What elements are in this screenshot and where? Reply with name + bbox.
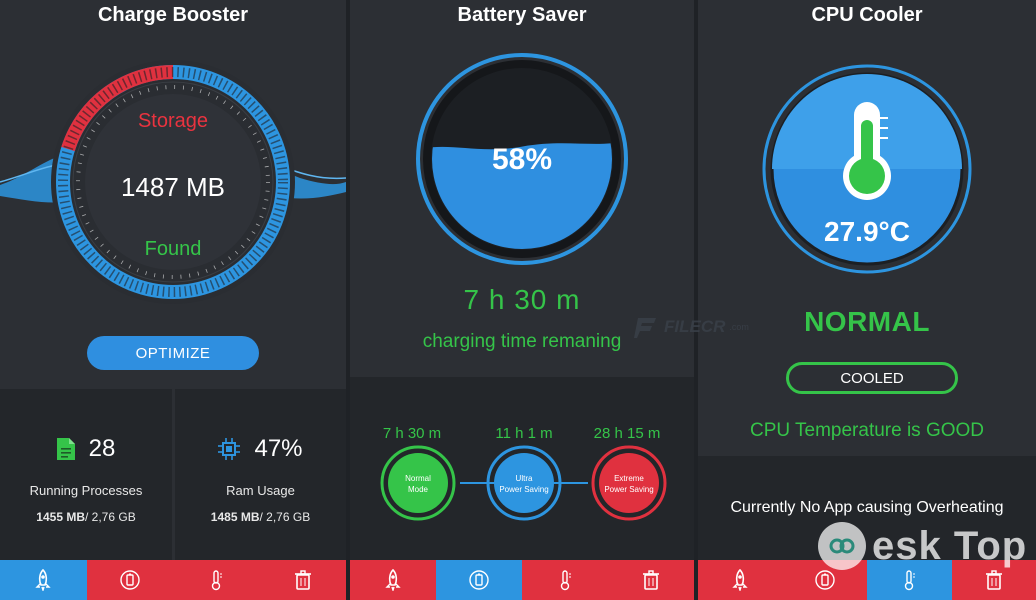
bottom-nav	[350, 560, 694, 600]
cpu-cooler-screen: CPU Cooler 27.9°C NORMAL COOLED CPU Temp…	[698, 0, 1036, 600]
thermometer-icon	[905, 570, 916, 591]
cpu-good-message: CPU Temperature is GOOD	[749, 420, 985, 441]
mode-time-extreme: 28 h 15 m	[593, 425, 661, 442]
thermometer-icon	[212, 570, 223, 591]
charge-booster-title: Charge Booster	[97, 4, 249, 26]
thermometer-icon	[560, 570, 571, 591]
cpu-cooler-title: CPU Cooler	[811, 4, 923, 26]
rocket-icon	[385, 569, 401, 591]
file-icon	[56, 438, 75, 460]
mode-time-ultra: 11 h 1 m	[495, 425, 553, 442]
running-processes-count: 28	[88, 435, 116, 462]
ram-usage-size: 1485 MB/ 2,76 GB	[210, 510, 311, 524]
charge-booster-screen: Charge Booster Storage 1487 MB Found OPT…	[0, 0, 346, 600]
battery-icon	[815, 570, 835, 590]
ram-usage-label: Ram Usage	[226, 483, 295, 498]
running-processes-card: 28 Running Processes 1455 MB/ 2,76 GB	[0, 389, 172, 561]
battery-saver-title: Battery Saver	[457, 4, 587, 26]
nav-battery-saver[interactable]	[86, 560, 173, 600]
storage-label: Storage	[137, 110, 209, 132]
power-modes: 7 h 30 m 11 h 1 m 28 h 15 m Normal Mode U…	[350, 425, 694, 525]
nav-charge-booster[interactable]	[698, 560, 783, 600]
running-processes-label: Running Processes	[29, 483, 143, 498]
rocket-icon	[732, 569, 748, 591]
nav-cleaner[interactable]	[259, 560, 346, 600]
mode-time-normal: 7 h 30 m	[382, 425, 442, 442]
filecr-logo-icon	[634, 318, 656, 338]
trash-icon	[294, 570, 311, 590]
charging-time: 7 h 30 m	[463, 284, 581, 315]
battery-icon	[120, 570, 140, 590]
nav-battery-saver[interactable]	[436, 560, 522, 600]
nav-charge-booster[interactable]	[350, 560, 436, 600]
cooled-button[interactable]: COOLED	[786, 362, 958, 394]
ultra-mode-label: Ultra Power Saving	[499, 474, 549, 494]
trash-icon	[985, 570, 1002, 590]
no-overheating-message: Currently No App causing Overheating	[730, 499, 1004, 516]
battery-percent: 58%	[491, 143, 553, 176]
found-amount: 1487 MB	[120, 172, 226, 202]
nav-cpu-cooler[interactable]	[522, 560, 608, 600]
bottom-nav	[0, 560, 346, 600]
battery-icon	[469, 570, 489, 590]
filecr-watermark: FILECR .com	[634, 314, 749, 340]
running-processes-size: 1455 MB/ 2,76 GB	[36, 510, 136, 524]
normal-mode-label: Normal Mode	[405, 474, 431, 494]
desktop-logo-icon	[818, 522, 866, 570]
nav-charge-booster[interactable]	[0, 560, 87, 600]
extreme-power-saving-button[interactable]: Extreme Power Saving	[591, 445, 667, 521]
found-label: Found	[144, 238, 202, 260]
battery-saver-screen: Battery Saver 58% 7 h 30 m charging time…	[350, 0, 694, 600]
desktop-watermark: esk Top	[816, 520, 1027, 572]
nav-cpu-cooler[interactable]	[173, 560, 260, 600]
ultra-power-saving-button[interactable]: Ultra Power Saving	[486, 445, 562, 521]
cpu-temperature: 27.9°C	[824, 216, 910, 247]
optimize-button[interactable]: OPTIMIZE	[87, 336, 259, 370]
nav-cleaner[interactable]	[608, 560, 694, 600]
trash-icon	[643, 570, 659, 590]
rocket-icon	[35, 569, 51, 591]
normal-mode-button[interactable]: Normal Mode	[380, 445, 456, 521]
chip-icon	[218, 438, 241, 460]
extreme-mode-label: Extreme Power Saving	[604, 474, 654, 494]
ram-usage-card: 47% Ram Usage 1485 MB/ 2,76 GB	[175, 389, 346, 561]
ram-usage-percent: 47%	[254, 435, 303, 462]
